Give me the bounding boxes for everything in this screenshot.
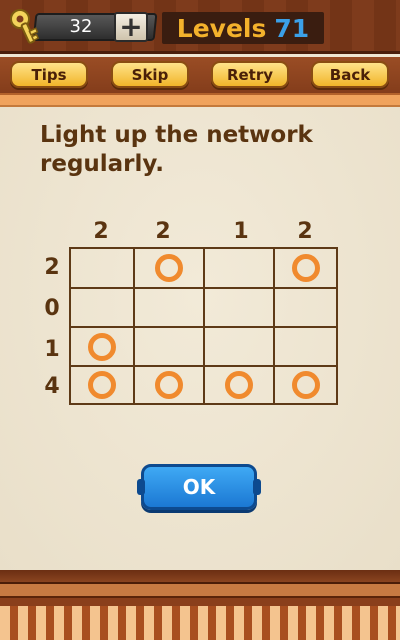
plus-icon: + [119,10,143,43]
row-hint: 0 [44,296,60,321]
grid-cell[interactable] [275,249,336,289]
retry-button[interactable]: Retry [211,61,289,88]
grid-cell[interactable] [71,367,135,403]
add-keys-button[interactable]: + [114,12,148,42]
row-hint: 4 [44,374,60,399]
grid-cell[interactable] [71,249,135,289]
row-hint: 2 [44,255,60,280]
lamp-ring-icon [88,371,116,399]
level-label: Levels [176,13,267,43]
grid-cell[interactable] [71,328,135,367]
grid-cell[interactable] [135,367,205,403]
lamp-ring-icon [291,371,320,399]
back-button[interactable]: Back [311,61,389,88]
level-title: Levels 71 [162,12,324,44]
grid-cell[interactable] [275,367,336,403]
key-icon [10,9,40,44]
grid-cell[interactable] [135,249,205,289]
grid-cell[interactable] [205,249,275,289]
puzzle-grid [69,247,338,405]
grid-cell[interactable] [205,367,275,403]
lamp-ring-icon [155,371,183,399]
lamp-ring-icon [88,332,116,361]
grid-cell[interactable] [275,289,336,328]
grid-cell[interactable] [135,289,205,328]
column-hint: 1 [233,219,249,244]
level-number: 71 [274,13,310,43]
divider-strip [0,93,400,107]
tips-button[interactable]: Tips [10,61,88,88]
grid-cell[interactable] [71,289,135,328]
column-hint: 2 [297,219,313,244]
column-hint: 2 [155,219,171,244]
footer-beam [0,570,400,584]
row-hint: 1 [44,337,60,362]
key-count: 32 [69,16,93,37]
column-hint: 2 [93,219,109,244]
toolbar: Tips Skip Retry Back [0,57,400,93]
footer-rail [0,596,400,606]
footer-balusters [0,606,400,640]
skip-button[interactable]: Skip [111,61,189,88]
lamp-ring-icon [291,254,320,282]
lamp-ring-icon [225,371,253,399]
lamp-ring-icon [155,254,183,282]
footer-railing [0,570,400,640]
key-counter: 32 + [8,8,158,44]
puzzle-instruction: Light up the network regularly. [40,122,313,177]
grid-cell[interactable] [275,328,336,367]
grid-cell[interactable] [135,328,205,367]
top-bar: 32 + Levels 71 [0,0,400,54]
grid-cell[interactable] [205,289,275,328]
grid-cell[interactable] [205,328,275,367]
ok-button[interactable]: OK [137,464,261,510]
